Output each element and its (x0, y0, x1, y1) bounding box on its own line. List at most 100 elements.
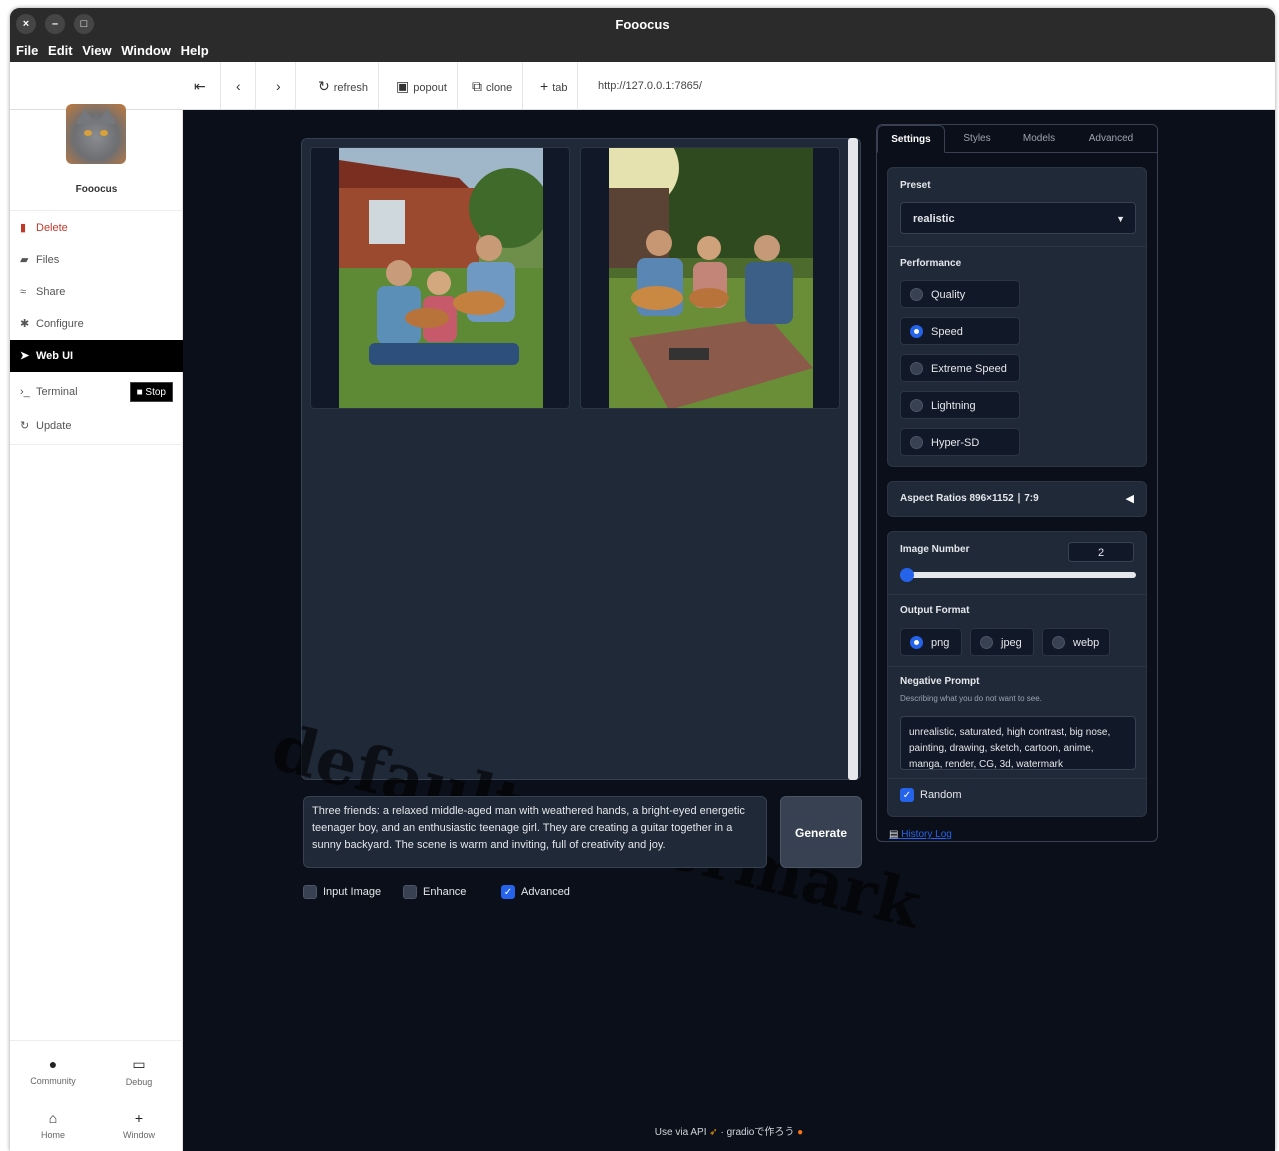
wifi-icon: ≈ (20, 286, 27, 298)
radio-icon (910, 288, 923, 301)
sidebar-item-terminal[interactable]: ›_ Terminal ■ Stop (10, 376, 183, 408)
use-via-api-link[interactable]: Use via API (655, 1127, 707, 1138)
tab-advanced[interactable]: Advanced (1075, 125, 1147, 153)
settings-panel: Settings Styles Models Advanced Preset r… (876, 124, 1158, 842)
format-jpeg[interactable]: jpeg (970, 628, 1034, 656)
image-options-block: Image Number 2 Output Format png jpeg we… (887, 531, 1147, 817)
app-name: Fooocus (75, 184, 118, 195)
stop-button[interactable]: ■ Stop (129, 382, 173, 402)
url-display[interactable]: http://127.0.0.1:7865/ (598, 62, 702, 110)
chevron-right-icon: › (276, 78, 281, 94)
refresh-button[interactable]: ↻ refresh (308, 62, 379, 110)
negative-prompt-textarea[interactable]: unrealistic, saturated, high contrast, b… (900, 716, 1136, 770)
forward-button[interactable]: › (266, 62, 296, 110)
performance-lightning[interactable]: Lightning (900, 391, 1020, 419)
option-label: Speed (931, 326, 963, 338)
sidebar-item-delete[interactable]: ▮ Delete (10, 212, 183, 244)
performance-extreme-speed[interactable]: Extreme Speed (900, 354, 1020, 382)
popout-button[interactable]: ▣ popout (386, 62, 458, 110)
performance-hyper-sd[interactable]: Hyper-SD (900, 428, 1020, 456)
sidebar-item-label: Web UI (36, 350, 74, 362)
gallery-image-1[interactable] (310, 147, 570, 409)
community-label: Community (30, 1076, 76, 1086)
radio-icon (910, 399, 923, 412)
folder-icon: ▰ (20, 254, 29, 266)
sidebar-item-files[interactable]: ▰ Files (10, 244, 183, 276)
option-label: Lightning (931, 400, 976, 412)
popout-label: popout (413, 82, 447, 94)
chevron-down-icon: ▼ (1116, 214, 1125, 224)
sidebar-item-configure[interactable]: ✱ Configure (10, 308, 183, 340)
tab-styles[interactable]: Styles (945, 125, 1009, 153)
image-number-slider[interactable] (900, 568, 1136, 582)
aspect-ratio-label: Aspect Ratios 896×1152 ∣ 7:9 (900, 493, 1039, 504)
gallery-image-2[interactable] (580, 147, 840, 409)
sidebar-item-label: Delete (36, 222, 68, 234)
performance-quality[interactable]: Quality (900, 280, 1020, 308)
menu-edit[interactable]: Edit (48, 43, 73, 58)
terminal-icon: ›_ (20, 386, 30, 398)
window-label: Window (122, 1130, 155, 1140)
advanced-label: Advanced (521, 885, 570, 898)
advanced-checkbox[interactable]: ✓ Advanced (501, 885, 570, 899)
titlebar: × – □ Fooocus (10, 8, 1275, 40)
window-title: Fooocus (615, 17, 670, 32)
main-area: default watermark Three friends: a relax… (183, 110, 1275, 1151)
input-image-checkbox[interactable]: Input Image (303, 885, 381, 899)
random-label: Random (920, 788, 962, 801)
home-button[interactable]: ⌂ Home (18, 1110, 88, 1140)
prompt-textarea[interactable]: Three friends: a relaxed middle-aged man… (303, 796, 767, 868)
debug-button[interactable]: ▭ Debug (104, 1056, 174, 1087)
gradio-logo-icon: ● (797, 1127, 804, 1138)
new-window-button[interactable]: + Window (104, 1110, 174, 1140)
sidebar-item-label: Share (36, 286, 66, 298)
popout-icon: ▣ (396, 78, 410, 94)
refresh-label: refresh (333, 82, 368, 94)
gradio-link[interactable]: gradioで作ろう (727, 1127, 795, 1138)
radio-icon (980, 636, 993, 649)
menu-window[interactable]: Window (121, 43, 171, 58)
slider-handle[interactable] (900, 568, 915, 582)
option-label: Quality (931, 289, 966, 301)
preset-select[interactable]: realistic ▼ (900, 202, 1136, 234)
sidebar-item-share[interactable]: ≈ Share (10, 276, 183, 308)
new-tab-button[interactable]: + tab (530, 62, 579, 110)
menu-help[interactable]: Help (181, 43, 209, 58)
terminal-box-icon: ▭ (132, 1056, 146, 1072)
format-png[interactable]: png (900, 628, 962, 656)
image-number-input[interactable]: 2 (1068, 542, 1134, 562)
tab-models[interactable]: Models (1009, 125, 1069, 153)
gear-icon: ✱ (20, 318, 30, 330)
menu-view[interactable]: View (82, 43, 111, 58)
performance-speed[interactable]: Speed (900, 317, 1020, 345)
sidebar-item-webui[interactable]: ➤ Web UI (10, 340, 183, 372)
back-button[interactable]: ‹ (226, 62, 256, 110)
history-log-link[interactable]: ▤ History Log (889, 829, 952, 840)
debug-label: Debug (125, 1077, 153, 1087)
check-icon: ✓ (501, 885, 515, 899)
clone-label: clone (486, 82, 513, 94)
tab-settings[interactable]: Settings (877, 125, 945, 153)
generate-button[interactable]: Generate (780, 796, 862, 868)
checkbox-box (403, 885, 417, 899)
image-gallery (301, 138, 861, 780)
sidebar-item-update[interactable]: ↻ Update (10, 410, 183, 442)
negative-prompt-hint: Describing what you do not want to see. (900, 694, 1042, 703)
clone-button[interactable]: ⧉ clone (462, 62, 524, 110)
menu-file[interactable]: File (16, 43, 38, 58)
gallery-scrollbar[interactable] (848, 138, 858, 780)
aspect-ratio-accordion[interactable]: Aspect Ratios 896×1152 ∣ 7:9 ◀ (887, 481, 1147, 517)
radio-icon (910, 436, 923, 449)
sidebar-item-label: Configure (36, 318, 84, 330)
exit-button[interactable]: ⇤ (184, 62, 221, 110)
enhance-checkbox[interactable]: Enhance (403, 885, 466, 899)
community-button[interactable]: ● Community (18, 1056, 88, 1086)
format-webp[interactable]: webp (1042, 628, 1110, 656)
random-seed-checkbox[interactable]: ✓ Random (900, 788, 962, 802)
collapse-arrow-icon: ◀ (1125, 493, 1134, 505)
book-icon: ▤ (889, 829, 899, 840)
radio-selected-icon (910, 636, 923, 649)
tab-label: tab (552, 82, 568, 94)
image-number-label: Image Number (900, 544, 970, 555)
option-label: Hyper-SD (931, 437, 980, 449)
